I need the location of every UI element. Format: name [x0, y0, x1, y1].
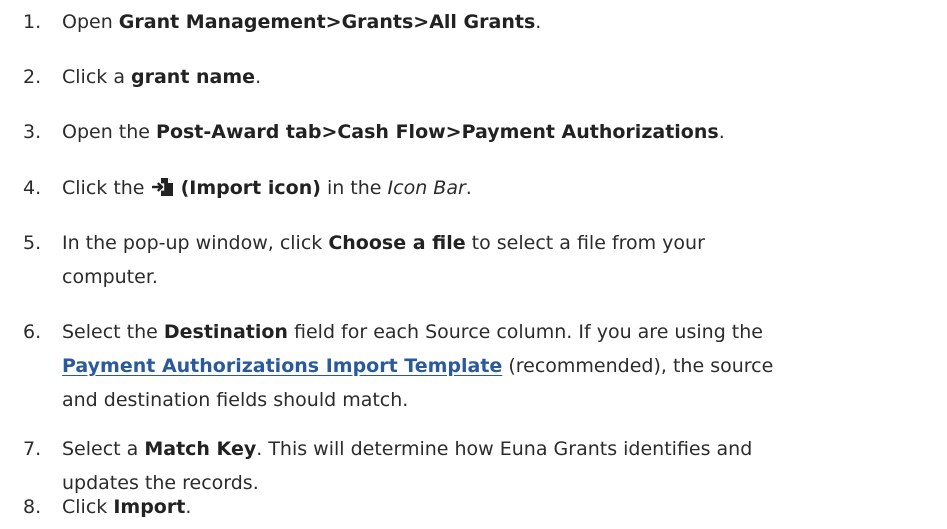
step-text-part: In the pop-up window, click [62, 232, 329, 254]
step-text-part: . [185, 496, 192, 518]
step-number: 6. [23, 321, 42, 343]
emphasis-text: Match Key [144, 438, 257, 460]
step-text: Select the Destination field for each So… [62, 315, 942, 417]
step-text-part: . This will determine how Euna Grants id… [256, 438, 753, 460]
step-text-part: Click the [62, 177, 151, 199]
step-number: 4. [23, 177, 42, 199]
step-text: Click the (Import icon) in the Icon Bar. [62, 171, 942, 208]
step-text-part: Click [62, 496, 114, 518]
menu-path: Post-Award tab>Cash Flow>Payment Authori… [156, 121, 719, 143]
emphasis-text: grant name [131, 66, 256, 88]
step-number: 7. [23, 438, 42, 460]
step-text-part: in the [320, 177, 388, 199]
emphasis-text: (Import icon) [180, 177, 321, 199]
step-text-part: Select a [62, 438, 145, 460]
emphasis-text: Destination [163, 321, 288, 343]
step-text-part: . [718, 121, 725, 143]
step-number: 5. [23, 232, 42, 254]
step-text-part: Open [62, 11, 119, 33]
step-text-part: (recommended), the source [502, 355, 774, 377]
step-text-part: Click a [62, 66, 131, 88]
italic-text: Icon Bar [387, 177, 466, 199]
template-link[interactable]: Payment Authorizations Import Template [62, 355, 502, 377]
step-text-part: . [535, 11, 542, 33]
step-number: 1. [23, 11, 42, 33]
import-icon [151, 174, 174, 208]
step-number: 3. [23, 121, 42, 143]
step-text: Click Import. [62, 490, 942, 524]
step-text-part: to select a file from your [465, 232, 705, 254]
step-text: Open Grant Management>Grants>All Grants. [62, 5, 942, 39]
step-text-part: . [465, 177, 472, 199]
step-text-part: and destination fields should match. [62, 389, 409, 411]
step-number: 2. [23, 66, 42, 88]
step-text-part: field for each Source column. If you are… [287, 321, 763, 343]
emphasis-text: Import [113, 496, 186, 518]
step-text-part: Open the [62, 121, 157, 143]
step-text-part: . [255, 66, 262, 88]
menu-path: Grant Management>Grants>All Grants [118, 11, 536, 33]
step-text: Click a grant name. [62, 60, 942, 94]
step-text: In the pop-up window, click Choose a fil… [62, 226, 942, 294]
step-number: 8. [23, 496, 42, 518]
step-text-part: Select the [62, 321, 164, 343]
step-text: Open the Post-Award tab>Cash Flow>Paymen… [62, 115, 942, 149]
step-text-part: computer. [62, 266, 158, 288]
instruction-steps: 1. Open Grant Management>Grants>All Gran… [0, 0, 947, 529]
emphasis-text: Choose a file [328, 232, 466, 254]
